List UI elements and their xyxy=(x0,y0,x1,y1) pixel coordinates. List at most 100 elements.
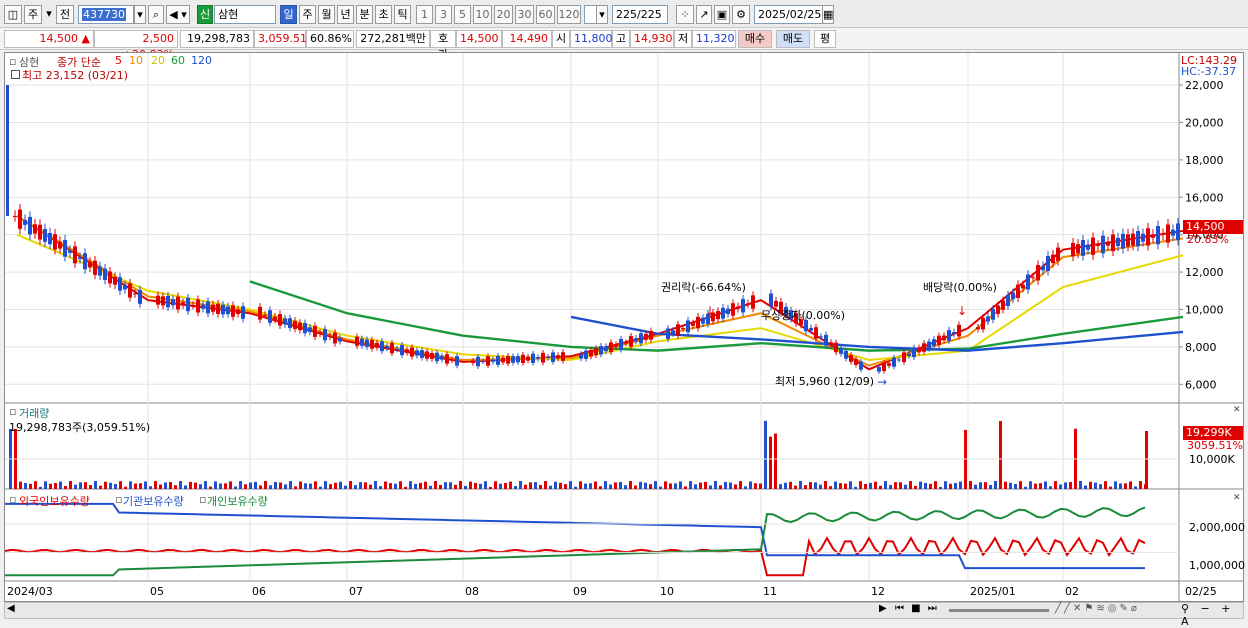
count-value: 225 xyxy=(616,8,637,21)
period-second-tab[interactable]: 초 xyxy=(375,5,392,24)
search-icon[interactable]: ⌕ xyxy=(148,5,164,24)
volume-bar xyxy=(284,484,287,489)
candle-body xyxy=(1056,247,1060,261)
candle-body xyxy=(171,299,175,306)
candle-body xyxy=(1106,241,1110,246)
volume-bar xyxy=(599,486,602,489)
holding-panel-icon[interactable]: ▫ xyxy=(9,493,16,506)
save-icon[interactable]: ▣ xyxy=(714,5,730,24)
period-minute-tab[interactable]: 분 xyxy=(356,5,373,24)
chart-area[interactable]: 2024/03 05 06 07 08 09 10 11 12 2025/01 02 02/25 22,… xyxy=(4,52,1245,602)
volume-bar xyxy=(699,482,702,489)
candle-body xyxy=(206,301,210,314)
volume-bar xyxy=(379,486,382,489)
volume-bar xyxy=(129,481,132,489)
period-year-tab[interactable]: 년 xyxy=(337,5,354,24)
volume-bar xyxy=(1009,482,1012,489)
y-tick-label: 8,000 xyxy=(1185,341,1217,354)
period-week-tab[interactable]: 주 xyxy=(299,5,316,24)
candle-body xyxy=(308,327,312,333)
volume-bar xyxy=(1059,484,1062,489)
drawing-tools[interactable]: ╱╱✕⚑≋◎✎⌀ xyxy=(1055,603,1140,614)
volume-bar xyxy=(749,481,752,489)
candle-body xyxy=(288,318,292,329)
candle-body xyxy=(103,268,107,280)
interval-3-button[interactable]: 3 xyxy=(435,5,452,24)
volume-bar xyxy=(224,483,227,489)
dividend-arrow-icon: ↓ xyxy=(957,304,967,318)
candle-body xyxy=(328,335,332,337)
interval-10-button[interactable]: 10 xyxy=(473,5,492,24)
interval-30-button[interactable]: 30 xyxy=(515,5,534,24)
buy-button[interactable]: 매수 xyxy=(738,30,772,48)
holding-close-icon[interactable]: ✕ xyxy=(1233,493,1241,503)
dropdown-icon[interactable]: ▾ xyxy=(44,5,54,24)
interval-60-button[interactable]: 60 xyxy=(536,5,555,24)
ma-20-label: 20 xyxy=(151,54,165,67)
volume-close-icon[interactable]: ✕ xyxy=(1233,405,1241,415)
window-menu-icon[interactable]: ◫ xyxy=(4,5,22,24)
horizontal-scrollbar[interactable]: ◀ ▶ ⏮ ■ ⏭ ╱╱✕⚑≋◎✎⌀ ⚲ − + A xyxy=(4,602,1244,628)
volume-bar xyxy=(1094,482,1097,489)
period-month-tab[interactable]: 월 xyxy=(318,5,335,24)
speaker-icon[interactable]: ◀ ▾ xyxy=(166,5,190,24)
chart-canvas[interactable]: 2024/03 05 06 07 08 09 10 11 12 2025/01 02 02/25 22,… xyxy=(5,53,1243,601)
volume-bar xyxy=(679,481,682,489)
volume-bar xyxy=(114,484,117,489)
volume-bar xyxy=(279,482,282,489)
y-tick-label: 6,000 xyxy=(1185,378,1217,391)
scroll-left-icon[interactable]: ◀ xyxy=(7,603,15,614)
candle-body xyxy=(917,347,921,353)
volume-bar xyxy=(404,486,407,489)
volume-bar xyxy=(839,483,842,489)
candle-body xyxy=(273,316,277,320)
period-day-tab[interactable]: 일 xyxy=(280,5,297,24)
volume-bar xyxy=(689,481,692,489)
y-tick-label: 20,000 xyxy=(1185,116,1224,129)
candle-body xyxy=(78,257,82,259)
code-dropdown-icon[interactable]: ▾ xyxy=(134,5,146,24)
candle-body xyxy=(68,250,72,253)
stock-name-field[interactable]: 삼현 xyxy=(214,5,276,24)
period-tick-tab[interactable]: 틱 xyxy=(394,5,411,24)
candle-body xyxy=(176,296,180,310)
compare-icon[interactable]: ⁘ xyxy=(676,5,694,24)
candle-body xyxy=(957,324,961,337)
volume-bar xyxy=(109,482,112,489)
eval-button[interactable]: 평 xyxy=(814,30,836,48)
calendar-icon[interactable]: ▦ xyxy=(822,5,834,24)
interval-dropdown-icon[interactable]: ▾ xyxy=(596,5,608,24)
candle-body xyxy=(156,295,160,305)
candle-body xyxy=(455,356,459,366)
period-prev-button[interactable]: 전 xyxy=(56,5,74,24)
count-field[interactable]: 225/225 xyxy=(612,5,668,24)
institution-holding-line xyxy=(5,502,1145,570)
candle-body xyxy=(541,352,545,363)
volume-panel-icon[interactable]: ▫ xyxy=(9,405,16,418)
volume-bar xyxy=(764,420,767,489)
interval-20-button[interactable]: 20 xyxy=(494,5,513,24)
sell-button[interactable]: 매도 xyxy=(776,30,810,48)
interval-1-button[interactable]: 1 xyxy=(416,5,433,24)
volume-bar xyxy=(399,481,402,489)
candle-body xyxy=(6,85,9,216)
volume-bar xyxy=(1049,486,1052,489)
stock-code-input[interactable]: 437730 xyxy=(78,5,134,24)
candle-body xyxy=(829,342,833,346)
zoom-slider[interactable] xyxy=(949,609,1049,612)
interval-5-button[interactable]: 5 xyxy=(454,5,471,24)
volume-bar xyxy=(454,484,457,489)
line-tool-icon[interactable]: ↗ xyxy=(696,5,712,24)
gear-icon[interactable]: ⚙ xyxy=(732,5,750,24)
trade-amount: 272,281백만 xyxy=(356,30,430,48)
interval-120-button[interactable]: 120 xyxy=(557,5,581,24)
volume-bar xyxy=(334,482,337,489)
volume-bar xyxy=(169,481,172,489)
scroll-right-icon[interactable]: ▶ xyxy=(879,603,887,614)
zoom-controls[interactable]: ⚲ − + A xyxy=(1181,602,1243,628)
playback-controls[interactable]: ⏮ ■ ⏭ xyxy=(895,603,939,614)
candle-body xyxy=(1091,237,1095,255)
period-main-button[interactable]: 주 xyxy=(24,5,42,24)
candle-body xyxy=(123,285,127,290)
foreign-holding-label: 외국인보유수량 xyxy=(19,495,90,508)
